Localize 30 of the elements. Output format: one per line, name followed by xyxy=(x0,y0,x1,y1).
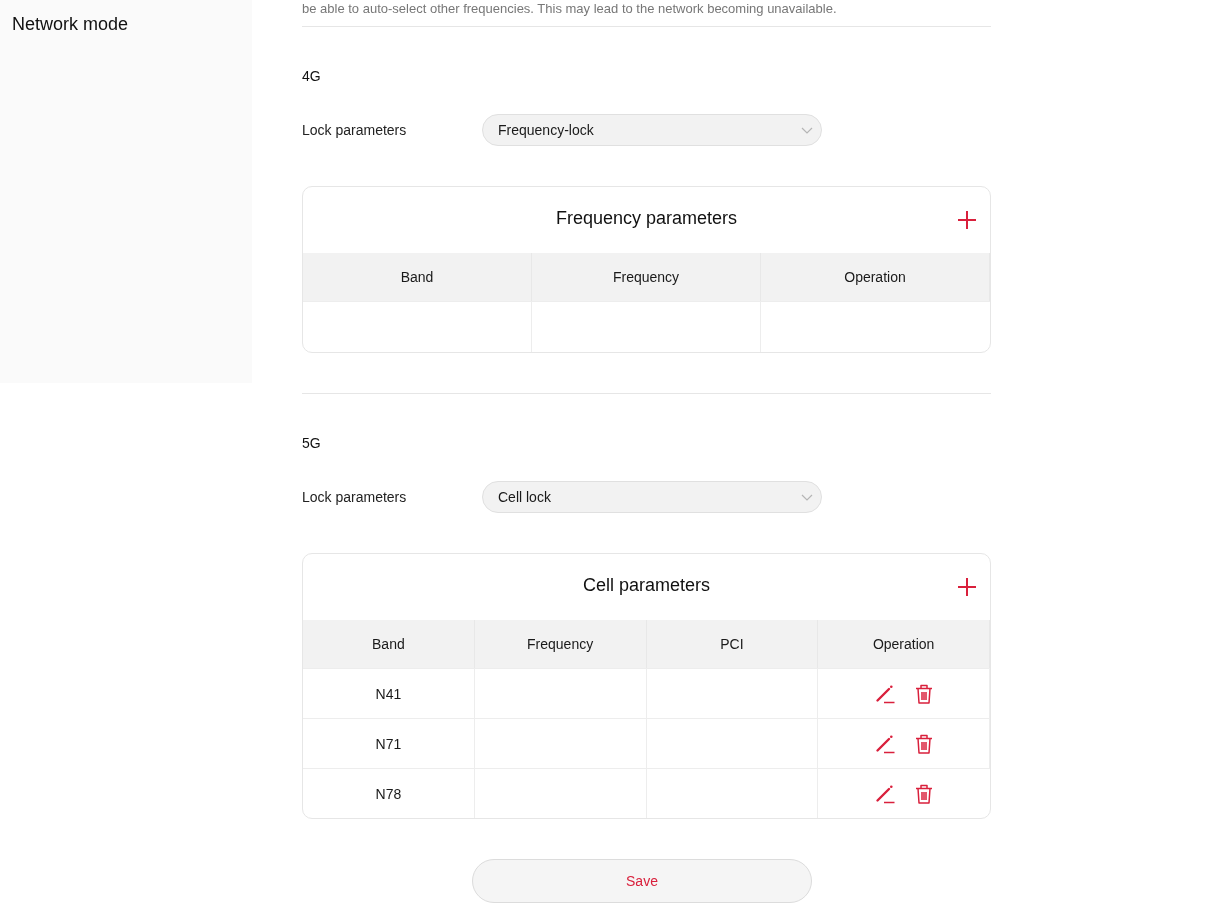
field-label: Lock parameters xyxy=(302,122,408,138)
field-label: Lock parameters xyxy=(302,489,408,505)
edit-icon[interactable] xyxy=(874,683,895,704)
edit-icon[interactable] xyxy=(875,783,896,804)
column-header: Operation xyxy=(818,620,990,668)
lock-parameters-select[interactable]: Cell lock xyxy=(482,481,822,513)
column-header: Frequency xyxy=(474,620,647,668)
add-icon[interactable] xyxy=(957,210,977,230)
notice-text: be able to auto-select other frequencies. This may lead to the network becoming unavailable. xyxy=(302,1,838,16)
table-cell: N41 xyxy=(303,668,475,718)
lock-parameters-select[interactable]: Frequency-lock xyxy=(482,114,822,146)
table-cell: N78 xyxy=(303,768,475,818)
column-header: Frequency xyxy=(532,253,761,301)
add-icon[interactable] xyxy=(957,577,977,597)
chevron-down-icon xyxy=(801,126,813,134)
column-header: Band xyxy=(303,620,475,668)
trash-icon[interactable] xyxy=(914,683,933,704)
card-title: Frequency parameters xyxy=(555,207,738,229)
table-cell: N71 xyxy=(303,718,475,768)
save-button[interactable]: Save xyxy=(472,859,812,903)
trash-icon[interactable] xyxy=(914,733,933,754)
column-header: PCI xyxy=(646,620,819,668)
section-title: 5G xyxy=(302,434,322,452)
edit-icon[interactable] xyxy=(874,733,895,754)
chevron-down-icon xyxy=(801,493,813,501)
card-title: Cell parameters xyxy=(582,574,710,596)
trash-icon[interactable] xyxy=(915,783,934,804)
section-title: 4G xyxy=(302,67,322,85)
column-header: Operation xyxy=(761,253,990,301)
sidebar-title: Network mode xyxy=(12,13,130,35)
